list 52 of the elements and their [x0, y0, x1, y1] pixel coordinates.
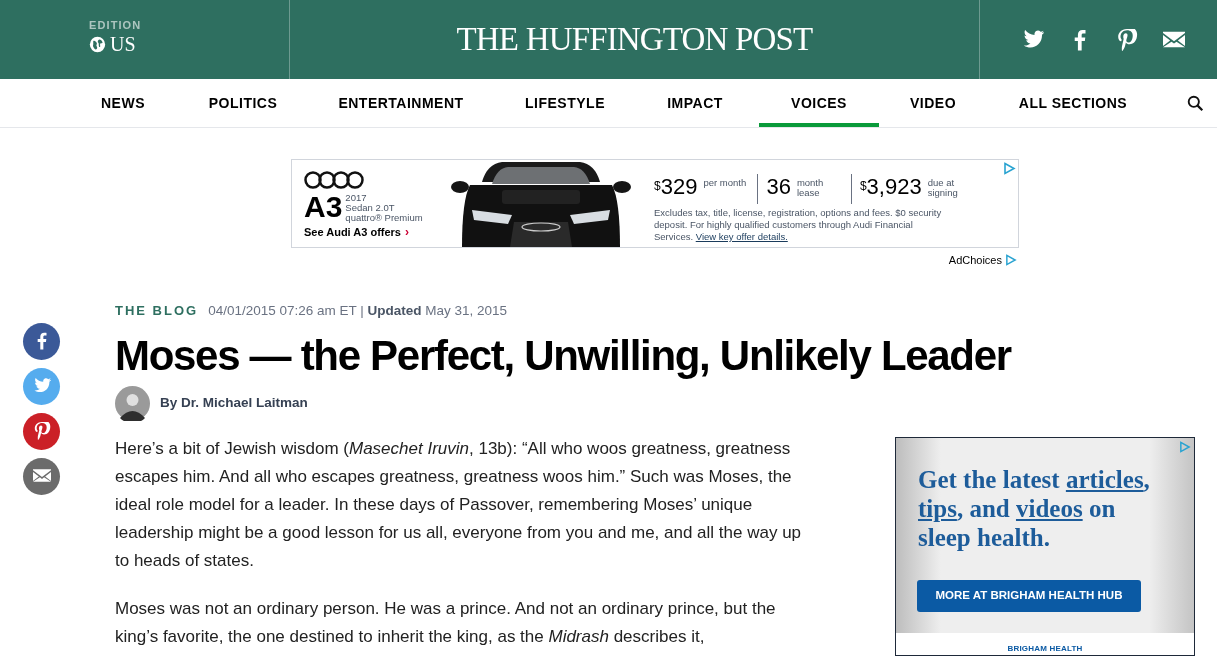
nav-tab[interactable]: LIFESTYLE [499, 79, 631, 127]
nav-tab[interactable]: POLITICS [183, 79, 303, 127]
edition-selector[interactable]: US [110, 32, 136, 56]
section-label[interactable]: THE BLOG [115, 300, 199, 320]
site-logo[interactable]: THE HUFFINGTON POST [456, 14, 813, 65]
ad-link[interactable]: tips [918, 494, 957, 522]
offer-unit: per month [703, 176, 748, 188]
model-year: 2017 [345, 193, 368, 203]
rings-logo-icon [304, 170, 364, 190]
article-paragraph: Moses was not an ordinary person. He was a prince. And not an ordinary prince, but the king’s favorite, the one destined to inherit the king, as the Midrash describes it, [115, 597, 777, 648]
ad-link[interactable]: videos [1015, 494, 1083, 522]
globe-icon [89, 35, 106, 53]
ad-headline: Get the latest articles, tips, and videos on sleep health. [918, 464, 1151, 552]
ad-brand-label: BRIGHAM HEALTH [1007, 643, 1083, 654]
car-model: A3 [304, 192, 343, 222]
twitter-icon [32, 377, 51, 395]
adchoices-icon[interactable] [1003, 162, 1016, 175]
share-email-button[interactable] [23, 457, 60, 495]
pinterest-icon[interactable] [1116, 28, 1138, 51]
nav-tab[interactable]: IMPACT [631, 79, 759, 127]
search-icon[interactable] [1187, 94, 1204, 112]
offer-disclaimer: Excludes tax, title, license, registration, options and fees. $0 security deposit. For highly qualified customers through Audi Financial Services. View key offer details. [654, 207, 943, 243]
author-byline[interactable]: By Dr. Michael Laitman [160, 393, 308, 414]
nav-tab[interactable]: ALL SECTIONS [987, 79, 1159, 127]
author-avatar [115, 385, 150, 421]
nav-tab[interactable]: VOICES [759, 79, 879, 127]
ad-link[interactable]: articles [1065, 465, 1144, 493]
model-package: quattro® Premium [345, 213, 423, 223]
share-facebook-button[interactable] [23, 322, 60, 360]
banner-ad[interactable] [291, 159, 1019, 248]
adchoices-link[interactable]: AdChoices [948, 252, 1002, 269]
article-title: Moses — the Perfect, Unwilling, Unlikely Leader [115, 330, 1013, 381]
nav-tab[interactable]: VIDEO [879, 79, 987, 127]
offer-price: 36 [766, 174, 791, 200]
share-pinterest-button[interactable] [23, 412, 60, 450]
article-paragraph: Here’s a bit of Jewish wisdom (Masechet Iruvin, 13b): “All who woos greatness, greatness escapes him. And all who escapes greatness, greatness woos him.” Such was Moses, the ideal role model for a leader. In these days of Passover, remembering Moses’ unique leadership might be a good lesson for us all, everyone from you and me, and all the way up to heads of states. [115, 437, 803, 572]
offer-unit: due at signing [927, 176, 959, 198]
offer-price: $329 [654, 174, 698, 200]
offer-unit: month lease [796, 176, 825, 198]
edition-label: EDITION [89, 18, 142, 32]
offers-link[interactable]: See Audi A3 offers [304, 224, 401, 241]
pinterest-icon [32, 422, 51, 440]
nav-tab[interactable]: ENTERTAINMENT [303, 79, 499, 127]
email-icon [32, 467, 51, 485]
model-trim: Sedan 2.0T [345, 203, 396, 213]
offer-price: $3,923 [859, 174, 922, 200]
nav-tab[interactable]: NEWS [63, 79, 183, 127]
ad-button[interactable]: MORE AT BRIGHAM HEALTH HUB [917, 579, 1141, 612]
offer-details-link[interactable]: View key offer details. [695, 231, 788, 242]
adchoices-icon [1005, 254, 1017, 267]
article-date: 04/01/2015 07:26 am ET | Updated May 31, 2015 [208, 301, 508, 320]
chevron-icon: › [405, 226, 409, 239]
